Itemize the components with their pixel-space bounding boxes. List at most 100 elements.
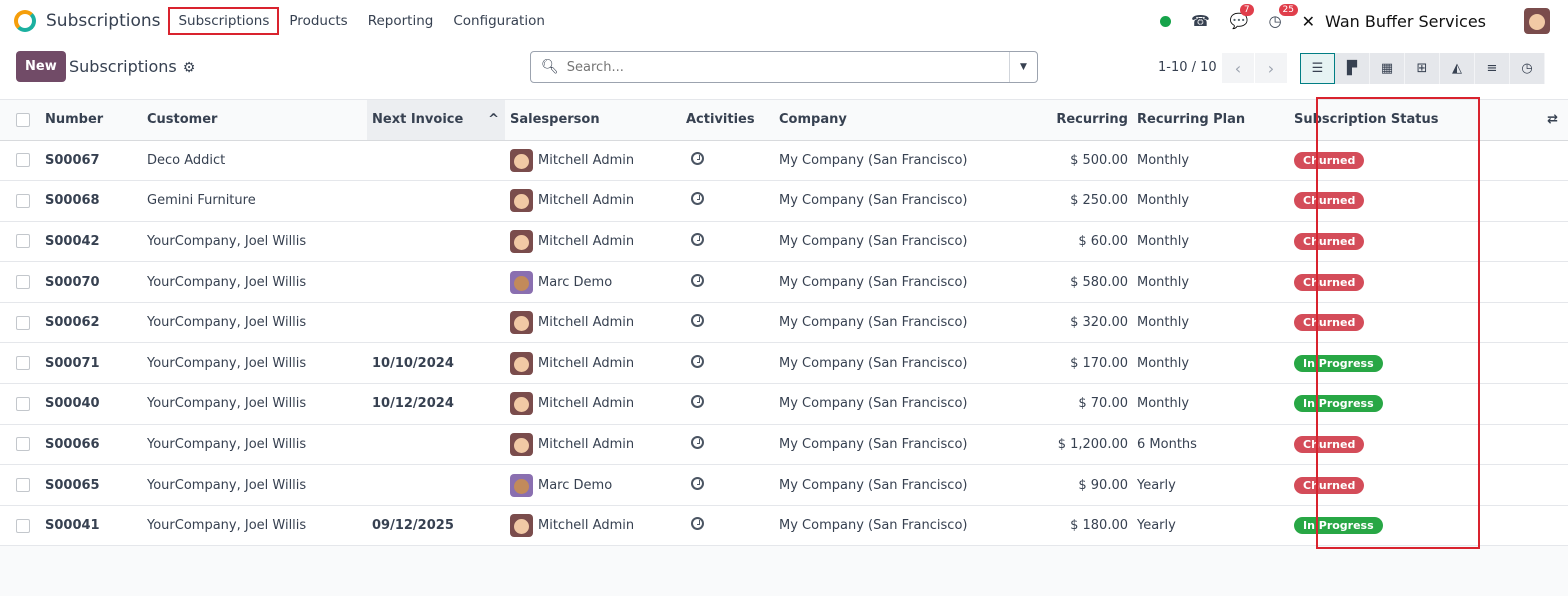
top-navbar: Subscriptions Subscriptions Products Rep… <box>0 0 1568 42</box>
table-row[interactable]: S00070 YourCompany, Joel Willis Marc Dem… <box>0 261 1568 303</box>
cell-salesperson: Mitchell Admin <box>538 193 635 209</box>
cell-salesperson: Mitchell Admin <box>538 152 635 168</box>
cell-recurring: $ 500.00 <box>1029 140 1137 182</box>
col-subscription-status[interactable]: Subscription Status <box>1294 100 1484 141</box>
activity-clock-icon[interactable] <box>691 517 704 531</box>
pivot-view-icon[interactable]: ⊞ <box>1405 53 1440 84</box>
row-checkbox[interactable] <box>16 518 30 533</box>
menu-products[interactable]: Products <box>281 9 355 33</box>
app-name[interactable]: Subscriptions <box>46 11 160 31</box>
table-row[interactable]: S00067 Deco Addict Mitchell Admin My Com… <box>0 140 1568 182</box>
list-view-icon[interactable]: ☰ <box>1300 53 1335 84</box>
row-checkbox[interactable] <box>16 315 30 330</box>
table-row[interactable]: S00071 YourCompany, Joel Willis 10/10/20… <box>0 342 1568 385</box>
table-row[interactable]: S00068 Gemini Furniture Mitchell Admin M… <box>0 180 1568 222</box>
row-checkbox[interactable] <box>16 153 30 168</box>
company-switcher[interactable]: ✕ Wan Buffer Services <box>1302 12 1486 31</box>
col-recurring[interactable]: Recurring <box>1029 100 1137 141</box>
row-checkbox[interactable] <box>16 275 30 290</box>
row-checkbox[interactable] <box>16 437 30 452</box>
menu-reporting[interactable]: Reporting <box>360 9 442 33</box>
menu-configuration[interactable]: Configuration <box>445 9 553 33</box>
pager-value[interactable]: 1-10 / 10 <box>1158 60 1217 75</box>
cell-recurring: $ 1,200.00 <box>1029 424 1137 466</box>
activity-clock-icon[interactable] <box>691 192 704 206</box>
cell-recurring-plan: 6 Months <box>1137 424 1294 466</box>
cell-recurring: $ 70.00 <box>1029 383 1137 425</box>
user-avatar[interactable] <box>1524 8 1550 34</box>
cell-number: S00071 <box>45 342 147 385</box>
company-name: Wan Buffer Services <box>1325 11 1486 31</box>
cell-number: S00066 <box>45 424 147 466</box>
subscriptions-table: Number Customer Next Invoice ^ Salesperso… <box>0 100 1568 547</box>
activity-view-icon[interactable]: ◷ <box>1510 53 1545 84</box>
calendar-view-icon[interactable]: ▦ <box>1370 53 1405 84</box>
activity-clock-icon[interactable] <box>691 314 704 328</box>
cell-customer: YourCompany, Joel Willis <box>147 505 367 547</box>
search-options-toggle[interactable]: ▼ <box>1009 52 1037 82</box>
table-row[interactable]: S00041 YourCompany, Joel Willis 09/12/20… <box>0 505 1568 547</box>
messages-icon[interactable]: 💬 7 <box>1230 4 1254 30</box>
select-all-checkbox[interactable] <box>16 112 30 127</box>
row-checkbox[interactable] <box>16 234 30 249</box>
app-logo-icon[interactable] <box>14 10 36 32</box>
cell-salesperson: Mitchell Admin <box>538 233 635 249</box>
activity-clock-icon[interactable] <box>691 476 704 490</box>
status-badge: Churned <box>1294 314 1365 332</box>
pager-previous-button[interactable]: ‹ <box>1222 53 1254 83</box>
col-number[interactable]: Number <box>45 100 147 141</box>
pager-next-button[interactable]: › <box>1255 53 1287 83</box>
graph-view-icon[interactable]: ◭ <box>1440 53 1475 84</box>
table-row[interactable]: S00062 YourCompany, Joel Willis Mitchell… <box>0 302 1568 344</box>
menu-subscriptions[interactable]: Subscriptions <box>168 7 280 35</box>
search-input[interactable] <box>566 59 1009 75</box>
col-next-invoice[interactable]: Next Invoice ^ <box>367 100 505 141</box>
optional-columns-icon[interactable]: ⇄ <box>1547 112 1558 127</box>
row-checkbox[interactable] <box>16 193 30 208</box>
activity-clock-icon[interactable] <box>691 232 704 246</box>
search-bar: 🔍︎ ▼ <box>530 51 1038 83</box>
activities-clock-icon[interactable]: ◷ 25 <box>1269 4 1298 30</box>
status-badge: Churned <box>1294 192 1365 210</box>
col-activities[interactable]: Activities <box>686 100 779 141</box>
col-customer[interactable]: Customer <box>147 100 367 141</box>
col-salesperson[interactable]: Salesperson <box>505 100 686 141</box>
activity-clock-icon[interactable] <box>691 435 704 449</box>
control-panel: New Subscriptions ⚙ 🔍︎ ▼ 1-10 / 10 ‹ › ☰ … <box>0 42 1568 100</box>
row-checkbox[interactable] <box>16 356 30 371</box>
row-checkbox[interactable] <box>16 396 30 411</box>
cell-salesperson: Marc Demo <box>538 477 613 493</box>
table-row[interactable]: S00066 YourCompany, Joel Willis Mitchell… <box>0 424 1568 466</box>
gear-icon[interactable]: ⚙ <box>183 60 196 76</box>
row-checkbox[interactable] <box>16 478 30 493</box>
activity-clock-icon[interactable] <box>691 354 704 368</box>
activity-clock-icon[interactable] <box>691 273 704 287</box>
status-badge: Churned <box>1294 232 1365 250</box>
phone-icon[interactable]: ☎ <box>1191 12 1210 30</box>
kanban-view-icon[interactable]: ▛ <box>1335 53 1370 84</box>
cell-salesperson: Mitchell Admin <box>538 355 635 371</box>
col-company[interactable]: Company <box>779 100 1029 141</box>
status-badge: In Progress <box>1294 354 1383 372</box>
cohort-view-icon[interactable]: ≡ <box>1475 53 1510 84</box>
table-row[interactable]: S00065 YourCompany, Joel Willis Marc Dem… <box>0 464 1568 506</box>
activity-clock-icon[interactable] <box>691 151 704 165</box>
cell-next-invoice <box>367 464 505 506</box>
cell-next-invoice: 09/12/2025 <box>367 505 505 547</box>
cell-customer: YourCompany, Joel Willis <box>147 464 367 506</box>
cell-customer: YourCompany, Joel Willis <box>147 261 367 303</box>
activity-clock-icon[interactable] <box>691 395 704 409</box>
table-row[interactable]: S00042 YourCompany, Joel Willis Mitchell… <box>0 221 1568 263</box>
status-dot-icon <box>1160 15 1172 27</box>
table-row[interactable]: S00040 YourCompany, Joel Willis 10/12/20… <box>0 383 1568 425</box>
cell-salesperson: Mitchell Admin <box>538 396 635 412</box>
cell-number: S00070 <box>45 261 147 303</box>
cell-number: S00042 <box>45 221 147 263</box>
cell-recurring-plan: Monthly <box>1137 342 1294 385</box>
messages-badge: 7 <box>1239 4 1254 16</box>
cell-next-invoice <box>367 140 505 182</box>
col-recurring-plan[interactable]: Recurring Plan <box>1137 100 1294 141</box>
cell-recurring: $ 180.00 <box>1029 505 1137 547</box>
cell-company: My Company (San Francisco) <box>779 261 1029 303</box>
new-button[interactable]: New <box>16 51 66 82</box>
